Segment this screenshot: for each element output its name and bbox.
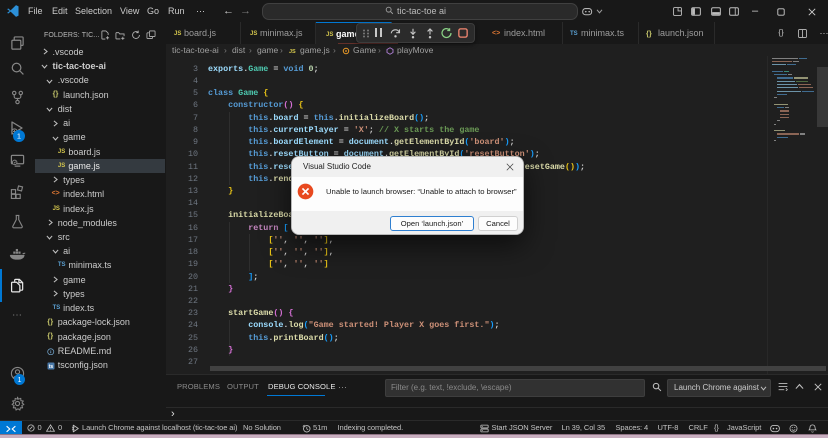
svg-text:1: 1 (18, 377, 22, 384)
svg-text:ts: ts (49, 364, 54, 370)
svg-text:1: 1 (17, 132, 21, 141)
